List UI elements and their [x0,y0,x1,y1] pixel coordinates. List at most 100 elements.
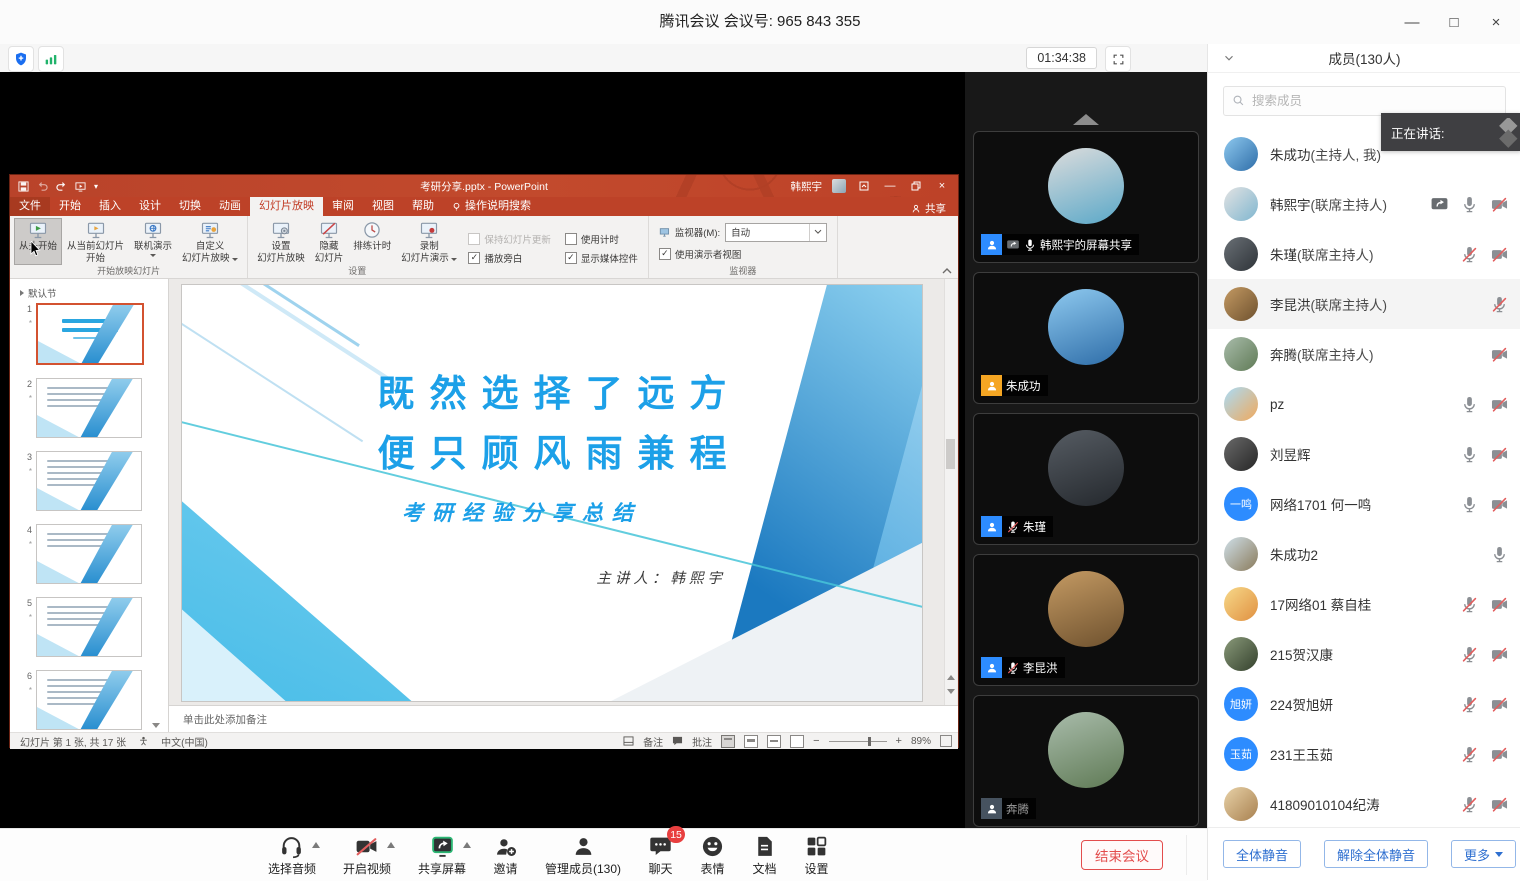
member-row[interactable]: 旭妍 224贺旭妍 [1208,679,1520,729]
mic-muted-icon[interactable] [1490,295,1509,314]
ppt-restore-icon[interactable] [908,181,924,191]
zoom-in-icon[interactable]: + [896,735,902,747]
slide-thumbnail-1[interactable]: 1* [14,303,168,365]
video-tile[interactable]: 朱成功 [973,272,1199,404]
toolbar-screen-share[interactable]: 共享屏幕 [418,833,466,877]
save-icon[interactable] [18,181,29,192]
camera-off-icon[interactable] [1490,795,1509,814]
ribbon-button-联机演示[interactable]: 联机演示 [129,218,177,265]
ppt-tab-插入[interactable]: 插入 [90,197,130,216]
ppt-minimize-icon[interactable]: — [882,180,898,192]
ribbon-display-options-icon[interactable] [856,181,872,191]
start-slideshow-icon[interactable] [75,181,86,192]
toolbar-members[interactable]: 管理成员(130) [545,833,621,877]
camera-off-icon[interactable] [1490,245,1509,264]
slideshow-view-icon[interactable] [790,735,804,748]
collapse-ribbon-icon[interactable] [942,267,952,275]
camera-off-icon[interactable] [1490,345,1509,364]
caret-up-icon[interactable] [312,842,320,848]
toolbar-settings[interactable]: 设置 [804,833,829,877]
ppt-tab-审阅[interactable]: 审阅 [323,197,363,216]
mic-muted-icon[interactable] [1460,695,1479,714]
reading-view-icon[interactable] [767,735,781,748]
camera-off-icon[interactable] [1490,195,1509,214]
redo-icon[interactable] [56,181,67,192]
slide-editor-area[interactable]: 既然选择了远方 便只顾风雨兼程 考研经验分享总结 主讲人：韩熙宇 [169,279,958,705]
member-row[interactable]: pz [1208,379,1520,429]
checkbox-播放旁白[interactable]: ✓播放旁白 [468,251,551,265]
ribbon-button-排练计时[interactable]: 排练计时 [348,218,396,265]
ribbon-button-从当前幻灯片[interactable]: 从当前幻灯片开始 [62,218,129,265]
ppt-close-icon[interactable]: × [934,180,950,192]
mute-all-button[interactable]: 全体静音 [1223,840,1301,868]
thumbnail-splitter-icon[interactable] [152,723,160,728]
minimize-button[interactable]: — [1398,8,1426,36]
video-tile[interactable]: 朱瑾 [973,413,1199,545]
slide-thumbnail-6[interactable]: 6* [14,670,168,730]
toolbar-camera-off[interactable]: 开启视频 [343,833,391,877]
member-row[interactable]: 17网络01 蔡自桂 [1208,579,1520,629]
slide-thumbnail-4[interactable]: 4* [14,524,168,584]
ribbon-button-设置[interactable]: 设置幻灯片放映 [252,218,310,265]
mic-muted-icon[interactable] [1460,795,1479,814]
camera-off-icon[interactable] [1490,595,1509,614]
checkbox-显示媒体控件[interactable]: ✓显示媒体控件 [565,251,638,265]
ppt-tab-切换[interactable]: 切换 [170,197,210,216]
mic-muted-icon[interactable] [1460,245,1479,264]
caret-up-icon[interactable] [463,842,471,848]
slide-thumbnail-2[interactable]: 2* [14,378,168,438]
tell-me-search-tab[interactable]: 操作说明搜索 [443,197,540,216]
camera-off-icon[interactable] [1490,495,1509,514]
toolbar-headset[interactable]: 选择音频 [268,833,316,877]
mic-icon[interactable] [1460,495,1479,514]
previous-slide-icon[interactable] [947,675,955,683]
member-row[interactable]: 李昆洪(联席主持人) [1208,279,1520,329]
ribbon-button-隐藏[interactable]: 隐藏幻灯片 [310,218,349,265]
use-presenter-view-checkbox[interactable]: ✓使用演示者视图 [659,247,742,261]
close-button[interactable]: × [1482,8,1510,36]
member-row[interactable]: 玉茹 231王玉茹 [1208,729,1520,779]
ribbon-button-从头开始[interactable]: 从头开始 [14,218,62,265]
ppt-tab-设计[interactable]: 设计 [130,197,170,216]
security-shield-icon[interactable] [8,46,34,72]
qat-caret-icon[interactable]: ▾ [94,182,98,191]
slide-thumbnail-3[interactable]: 3* [14,451,168,511]
notes-pane[interactable]: 单击此处添加备注 [169,705,958,732]
next-slide-icon[interactable] [947,689,955,697]
network-signal-icon[interactable] [38,46,64,72]
member-row[interactable]: 韩熙宇(联席主持人) [1208,179,1520,229]
member-row[interactable]: 朱瑾(联席主持人) [1208,229,1520,279]
end-meeting-button[interactable]: 结束会议 [1081,840,1163,870]
mic-icon[interactable] [1460,195,1479,214]
caret-up-icon[interactable] [387,842,395,848]
fullscreen-icon[interactable] [1105,46,1131,72]
toolbar-document[interactable]: 文档 [752,833,777,877]
camera-off-icon[interactable] [1490,745,1509,764]
member-row[interactable]: 215贺汉康 [1208,629,1520,679]
member-row[interactable]: 刘昱辉 [1208,429,1520,479]
camera-off-icon[interactable] [1490,645,1509,664]
fit-slide-icon[interactable] [940,735,952,747]
member-row[interactable]: 朱成功2 [1208,529,1520,579]
zoom-slider-thumb[interactable] [868,737,871,746]
mic-muted-icon[interactable] [1460,745,1479,764]
search-input[interactable] [1223,86,1506,116]
unmute-all-button[interactable]: 解除全体静音 [1324,840,1428,868]
ribbon-button-自定义[interactable]: 自定义幻灯片放映 [177,218,243,265]
ppt-tab-帮助[interactable]: 帮助 [403,197,443,216]
ppt-tab-幻灯片放映[interactable]: 幻灯片放映 [250,197,323,216]
zoom-slider[interactable] [829,741,887,742]
mic-muted-icon[interactable] [1460,645,1479,664]
ribbon-button-录制[interactable]: 录制幻灯片演示 [396,218,462,265]
video-tile[interactable]: 韩熙宇的屏幕共享 [973,131,1199,263]
camera-off-icon[interactable] [1490,395,1509,414]
more-button[interactable]: 更多 [1451,840,1516,868]
ppt-tab-文件[interactable]: 文件 [10,197,50,216]
slide-sorter-view-icon[interactable] [744,735,758,748]
toolbar-emoji[interactable]: 表情 [700,833,725,877]
monitor-dropdown[interactable]: 自动 [725,223,827,242]
notes-toggle[interactable]: 备注 [643,734,663,749]
member-row[interactable]: 一鸣 网络1701 何一鸣 [1208,479,1520,529]
checkbox-使用计时[interactable]: 使用计时 [565,232,638,246]
maximize-button[interactable]: □ [1440,8,1468,36]
